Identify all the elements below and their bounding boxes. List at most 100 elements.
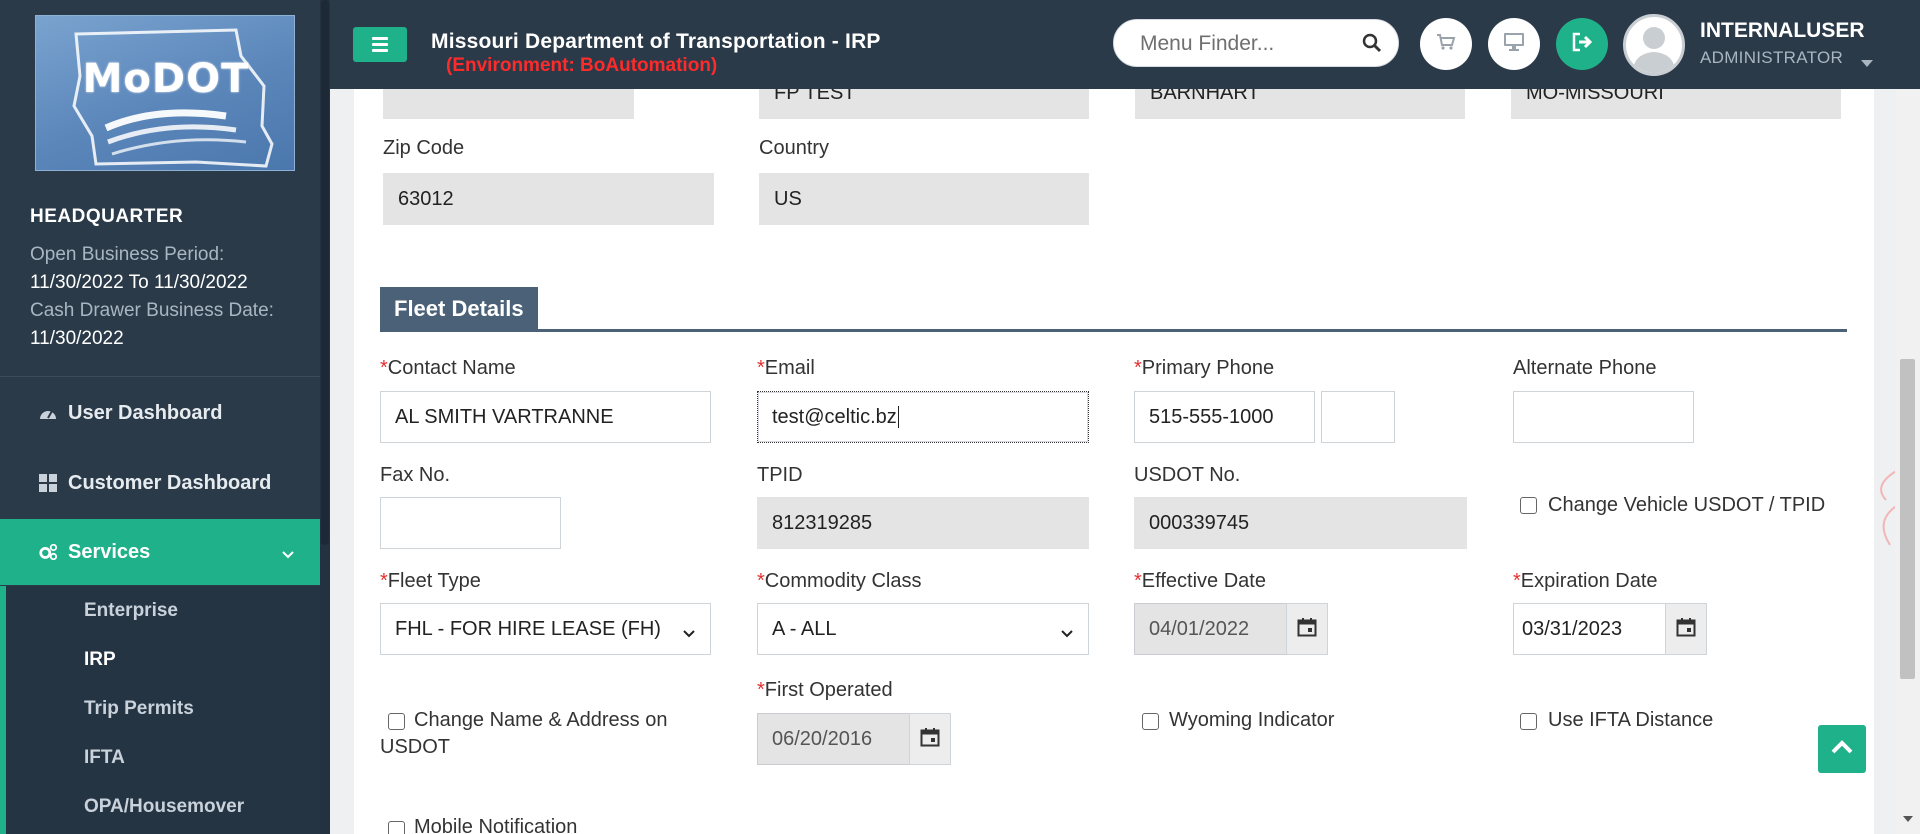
change-vehicle-usdot-label[interactable]: Change Vehicle USDOT / TPID [1548,494,1825,517]
modot-logo: MoDOT [35,15,295,171]
sidebar-item-services[interactable]: Services [0,519,320,585]
text-cursor [897,406,899,428]
email-label: *Email [757,357,815,380]
first-operated-input[interactable]: 06/20/2016 [757,713,910,765]
country-field: US [759,173,1089,225]
calendar-icon [1297,617,1317,642]
effective-date-label: *Effective Date [1134,570,1266,593]
user-role[interactable]: ADMINISTRATOR [1700,48,1843,68]
primary-phone-input[interactable]: 515-555-1000 [1134,391,1315,443]
fleet-type-select[interactable]: FHL - FOR HIRE LEASE (FH) [380,603,711,655]
commodity-class-selected-value: A - ALL [772,617,837,640]
sidebar-item-user-dashboard[interactable]: User Dashboard [0,380,320,446]
scroll-down-arrow-icon[interactable] [1903,810,1913,828]
primary-phone-label-text: Primary Phone [1141,357,1275,379]
email-label-text: Email [764,357,815,379]
sidebar-divider [0,376,320,377]
effective-date-label-text: Effective Date [1141,570,1266,592]
desktop-icon [1503,32,1525,57]
back-to-top-button[interactable] [1818,725,1866,773]
zip-code-field: 63012 [383,173,714,225]
first-operated-label: *First Operated [757,679,893,702]
wyoming-indicator-label[interactable]: Wyoming Indicator [1169,709,1334,732]
sidebar-item-label: User Dashboard [68,401,223,424]
contact-name-input[interactable]: AL SMITH VARTRANNE [380,391,711,443]
cogs-icon [38,542,58,562]
open-business-period-label: Open Business Period: [30,244,225,265]
first-operated-label-text: First Operated [764,679,893,701]
top-bar: Missouri Department of Transportation - … [330,0,1920,89]
country-label: Country [759,137,830,159]
grid-icon [38,473,58,493]
change-name-address-label[interactable]: Change Name & Address on [414,709,668,732]
change-name-address-label-line2[interactable]: USDOT [380,736,450,759]
search-icon[interactable] [1362,33,1382,58]
alternate-phone-label: Alternate Phone [1513,357,1657,379]
state-field: MO-MISSOURI [1511,89,1841,119]
logout-button[interactable] [1556,18,1608,70]
required-marker: * [1134,570,1142,592]
sidebar-scrollbar-thumb[interactable] [321,0,329,545]
submenu-item-enterprise[interactable]: Enterprise [84,600,178,622]
use-ifta-distance-label[interactable]: Use IFTA Distance [1548,709,1713,732]
calendar-icon [1676,617,1696,642]
use-ifta-distance-checkbox[interactable] [1520,713,1537,730]
cart-button[interactable] [1420,18,1472,70]
dashboard-gauge-icon [38,403,58,423]
contact-name-label: *Contact Name [380,357,516,380]
contact-name-label-text: Contact Name [387,357,516,379]
calendar-icon [920,727,940,752]
required-marker: * [757,357,765,379]
commodity-class-select[interactable]: A - ALL [757,603,1089,655]
section-divider [380,329,1847,332]
fleet-type-label: *Fleet Type [380,570,481,593]
effective-date-input[interactable]: 04/01/2022 [1134,603,1287,655]
required-marker: * [380,357,388,379]
email-input-value: test@celtic.bz [772,405,897,428]
fax-input[interactable] [380,497,561,549]
menu-finder-input[interactable] [1140,31,1350,57]
sidebar-item-label: Services [68,540,151,563]
sign-out-icon [1571,32,1593,57]
fleet-type-selected-value: FHL - FOR HIRE LEASE (FH) [395,617,661,640]
avatar[interactable] [1623,14,1685,76]
caret-down-icon[interactable] [1861,55,1873,73]
first-operated-calendar-button[interactable] [909,713,951,765]
effective-date-calendar-button[interactable] [1286,603,1328,655]
commodity-class-label-text: Commodity Class [764,570,922,592]
usdot-label: USDOT No. [1134,464,1241,486]
address-field-1 [383,89,634,119]
submenu-item-opa-housemover[interactable]: OPA/Housemover [84,796,244,818]
email-input[interactable]: test@celtic.bz [757,391,1089,443]
required-marker: * [757,679,765,701]
expiration-date-label: *Expiration Date [1513,570,1658,593]
submenu-item-irp[interactable]: IRP [84,649,116,671]
services-submenu: Enterprise IRP Trip Permits IFTA OPA/Hou… [0,586,320,834]
page-scrollbar-thumb[interactable] [1900,359,1915,679]
hamburger-icon[interactable] [353,27,407,62]
city-field: FP TEST [759,89,1089,119]
main-content: FP TEST BARNHART MO-MISSOURI Zip Code 63… [354,89,1874,834]
sidebar-item-customer-dashboard[interactable]: Customer Dashboard [0,450,320,516]
expiration-date-input[interactable]: 03/31/2023 [1513,603,1666,655]
page-scrollbar[interactable] [1895,89,1920,834]
alternate-phone-input[interactable] [1513,391,1694,443]
submenu-item-trip-permits[interactable]: Trip Permits [84,698,194,720]
mobile-notification-label[interactable]: Mobile Notification [414,816,577,834]
primary-phone-extension-input[interactable] [1321,391,1395,443]
decorative-arc [1880,469,1898,546]
monitor-button[interactable] [1488,18,1540,70]
chevron-up-icon [1830,739,1854,760]
zip-code-label: Zip Code [383,137,465,159]
wyoming-indicator-checkbox[interactable] [1142,713,1159,730]
change-name-address-checkbox[interactable] [388,713,405,730]
change-vehicle-usdot-checkbox[interactable] [1520,497,1537,514]
sidebar-scrollbar[interactable] [320,0,330,834]
open-business-period-value: 11/30/2022 To 11/30/2022 [30,272,248,293]
expiration-date-calendar-button[interactable] [1665,603,1707,655]
app-title: Missouri Department of Transportation - … [431,30,881,53]
user-name[interactable]: INTERNALUSER [1700,19,1865,43]
mobile-notification-checkbox[interactable] [388,821,405,834]
user-silhouette-icon [1632,27,1676,73]
submenu-item-ifta[interactable]: IFTA [84,747,125,769]
